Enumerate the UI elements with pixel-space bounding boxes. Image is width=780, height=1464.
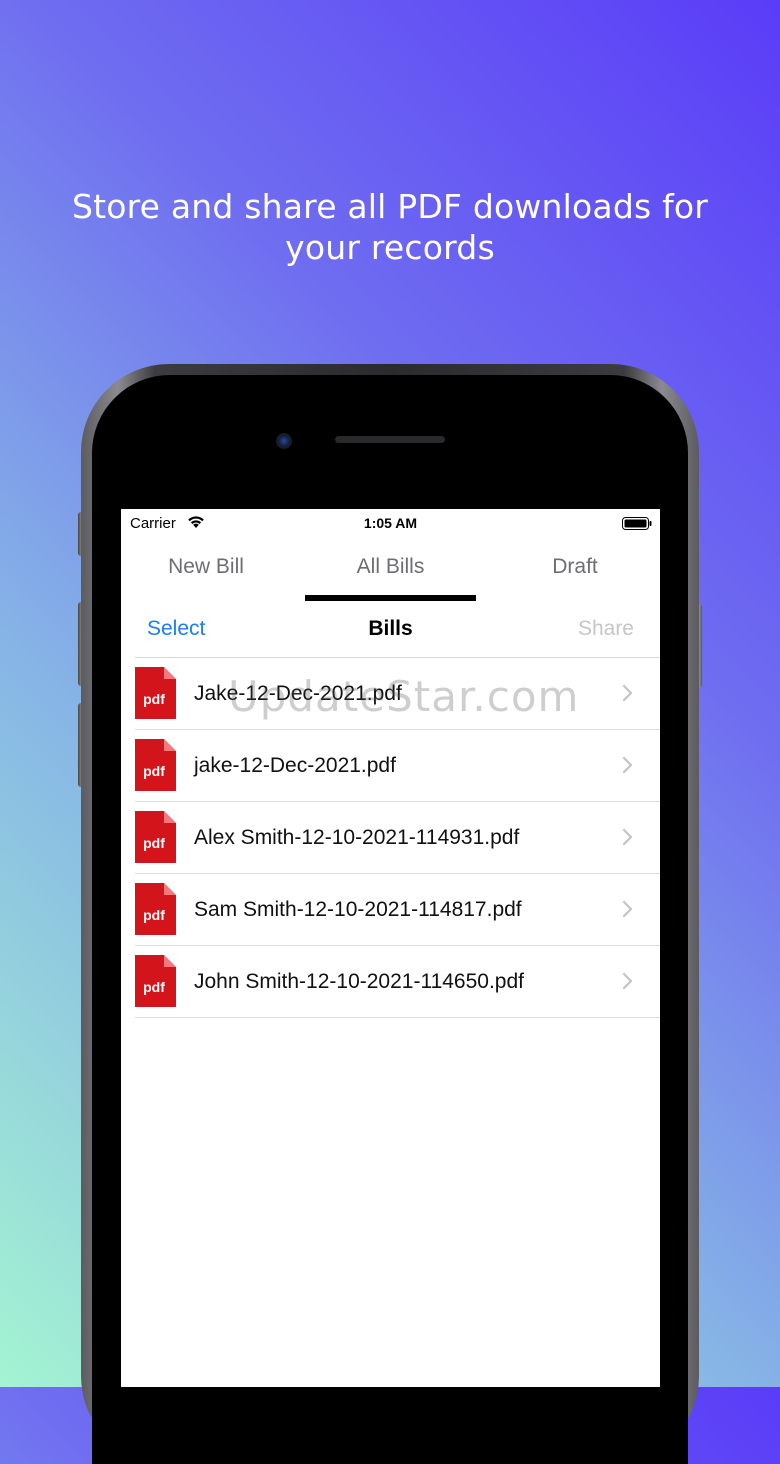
file-name: John Smith-12-10-2021-114650.pdf (194, 970, 525, 993)
tab-draft[interactable]: Draft (490, 555, 660, 579)
list-item[interactable]: pdf John Smith-12-10-2021-114650.pdf (135, 946, 660, 1018)
share-button[interactable]: Share (578, 617, 634, 641)
pdf-icon-text: pdf (143, 907, 165, 923)
tab-new-bill[interactable]: New Bill (121, 555, 291, 579)
battery-icon (622, 517, 652, 530)
file-name: Sam Smith-12-10-2021-114817.pdf (194, 898, 522, 921)
list-item[interactable]: pdf Sam Smith-12-10-2021-114817.pdf (135, 874, 660, 946)
chevron-right-icon (622, 756, 634, 774)
file-name: Jake-12-Dec-2021.pdf (194, 682, 402, 705)
front-camera-icon (276, 433, 292, 449)
tab-all-bills[interactable]: All Bills (305, 555, 476, 579)
pdf-icon-text: pdf (143, 763, 165, 779)
chevron-right-icon (622, 972, 634, 990)
list-item[interactable]: pdf jake-12-Dec-2021.pdf (135, 730, 660, 802)
pdf-file-icon: pdf (135, 811, 176, 863)
pdf-file-icon: pdf (135, 883, 176, 935)
status-time: 1:05 AM (363, 515, 418, 531)
list-item[interactable]: pdf Alex Smith-12-10-2021-114931.pdf (135, 802, 660, 874)
headline-line-1: Store and share all PDF downloads for (71, 187, 709, 226)
headline-line-2: your records (285, 228, 495, 267)
app-screen: Carrier 1:05 AM New Bill All Bills Draft… (121, 509, 660, 1387)
chevron-right-icon (622, 900, 634, 918)
bills-list: pdf Jake-12-Dec-2021.pdf pdf jake-12-Dec… (121, 658, 660, 1018)
pdf-file-icon: pdf (135, 955, 176, 1007)
headline: Store and share all PDF downloads for yo… (0, 186, 780, 268)
chevron-right-icon (622, 684, 634, 702)
pdf-icon-text: pdf (143, 691, 165, 707)
pdf-icon-text: pdf (143, 835, 165, 851)
file-name: Alex Smith-12-10-2021-114931.pdf (194, 826, 520, 849)
selected-tab-indicator (305, 595, 476, 601)
pdf-file-icon: pdf (135, 739, 176, 791)
pdf-file-icon: pdf (135, 667, 176, 719)
earpiece-speaker (335, 436, 445, 443)
pdf-icon-text: pdf (143, 979, 165, 995)
file-name: jake-12-Dec-2021.pdf (194, 754, 396, 777)
list-item[interactable]: pdf Jake-12-Dec-2021.pdf (135, 658, 660, 730)
status-bar: Carrier 1:05 AM (121, 509, 660, 537)
chevron-right-icon (622, 828, 634, 846)
